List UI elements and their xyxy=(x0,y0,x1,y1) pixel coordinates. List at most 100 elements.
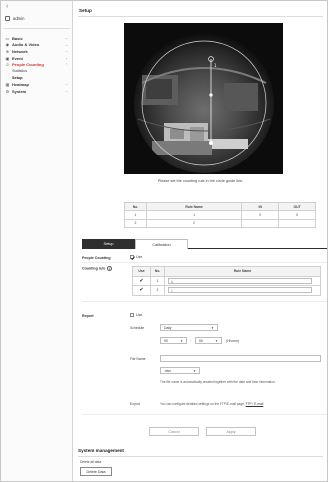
select-value: 00 xyxy=(199,339,203,343)
chevron-down-icon: ⌄ xyxy=(65,56,68,61)
gear-icon: ⚙ xyxy=(5,88,10,94)
row-divider xyxy=(82,301,327,302)
chevron-down-icon: ▼ xyxy=(211,326,214,330)
table-row[interactable]: 2 2 xyxy=(124,218,316,229)
sidebar-subitem-setup[interactable]: Setup xyxy=(1,75,72,82)
sidebar-item-system[interactable]: ⚙ System ⌄ xyxy=(1,88,72,95)
column-header: OUT xyxy=(278,201,316,212)
sidebar-item-event[interactable]: ▣ Event ⌄ xyxy=(1,55,72,62)
bell-icon: ▣ xyxy=(5,55,10,61)
back-icon[interactable]: ‹ xyxy=(6,3,8,10)
info-icon[interactable]: i xyxy=(107,266,113,271)
rule-name-input[interactable]: 1 xyxy=(168,277,312,284)
tab-setup[interactable]: Setup xyxy=(82,239,135,249)
sidebar-menu: ▭ Basic ⌄ ◉ Audio & Video ⌄ ⊕ Network ⌄ … xyxy=(1,35,72,94)
user-account[interactable]: admin xyxy=(5,16,24,21)
export-note-text: You can configure detailed settings on t… xyxy=(160,402,245,406)
table-cell: 2 xyxy=(124,218,147,229)
sidebar: ‹ admin ▭ Basic ⌄ ◉ Audio & Video ⌄ ⊕ Ne… xyxy=(1,1,73,481)
people-counting-label: People Counting xyxy=(82,256,111,260)
chevron-down-icon: ⌄ xyxy=(65,82,68,87)
chevron-down-icon: ⌄ xyxy=(65,36,68,41)
export-label: Export xyxy=(130,402,140,406)
report-use[interactable]: Use xyxy=(130,313,142,317)
row-divider xyxy=(82,262,327,263)
row-divider xyxy=(82,414,327,415)
chevron-down-icon: ▼ xyxy=(215,339,218,343)
table-cell: 1 xyxy=(145,210,243,220)
table-header-row: Use No. Rule Name xyxy=(132,266,321,277)
column-header: Rule Name xyxy=(164,266,321,277)
tab-bar: Setup Calibration xyxy=(82,239,327,249)
page-title: Setup xyxy=(79,8,92,13)
people-counting-use[interactable]: Use xyxy=(130,255,142,259)
rule-name-cell: 1 xyxy=(164,275,321,287)
guide-caption: Please set the counting rule in the circ… xyxy=(157,179,244,183)
select-value: 00 xyxy=(164,339,168,343)
table-header-row: No. Rule Name IN OUT xyxy=(124,201,316,212)
time-unit: (Hh:mm) xyxy=(226,339,240,343)
sidebar-item-label: Event xyxy=(12,55,23,61)
file-name-note: The file name is automatically created t… xyxy=(160,380,276,384)
counting-rule-label: Counting rule i xyxy=(82,266,113,271)
main-content: Setup 1 Please set the counting rule in … xyxy=(74,1,327,481)
table-cell: 1 xyxy=(150,275,165,287)
sidebar-item-label: Heatmap xyxy=(12,81,29,87)
column-header: Use xyxy=(132,266,151,277)
time-hour-select[interactable]: 00 ▼ xyxy=(160,337,187,344)
delete-data-label: Delete all data xyxy=(80,460,102,464)
checkbox-label: Use xyxy=(136,313,143,317)
sidebar-subitem-statistics[interactable]: Statistics xyxy=(1,68,72,75)
report-label: Report xyxy=(82,314,94,318)
check-icon[interactable]: ✔ xyxy=(139,278,143,284)
sidebar-item-label: People Counting xyxy=(12,62,44,68)
checkbox-label: Use xyxy=(136,255,143,259)
use-cell[interactable]: ✔ xyxy=(132,285,151,296)
table-row[interactable]: 1 1 0 0 xyxy=(124,210,316,220)
column-header: Rule Name xyxy=(145,201,243,212)
schedule-label: Schedule xyxy=(130,326,145,330)
table-cell: 0 xyxy=(278,210,316,220)
rule-name-input[interactable]: 2 xyxy=(168,287,312,294)
section-title: System management xyxy=(78,448,124,453)
table-cell xyxy=(241,218,280,229)
fisheye-video-frame: 1 xyxy=(134,33,274,173)
title-divider xyxy=(78,16,323,17)
time-minute-select[interactable]: 00 ▼ xyxy=(195,337,222,344)
rule-name-cell: 2 xyxy=(164,285,321,296)
select-value: Daily xyxy=(164,326,172,330)
export-note: You can configure detailed settings on t… xyxy=(160,402,263,406)
counting-rule-text: Counting rule xyxy=(82,266,106,271)
apply-button[interactable]: Apply xyxy=(206,427,256,436)
sidebar-item-basic[interactable]: ▭ Basic ⌄ xyxy=(1,35,72,42)
sidebar-item-audio-video[interactable]: ◉ Audio & Video ⌄ xyxy=(1,42,72,49)
section-divider xyxy=(78,456,323,457)
check-icon[interactable]: ✔ xyxy=(139,287,143,293)
user-icon xyxy=(5,16,10,21)
use-cell[interactable]: ✔ xyxy=(132,275,151,287)
table-cell: 2 xyxy=(150,285,165,296)
report-checkbox[interactable] xyxy=(130,313,134,317)
cancel-button[interactable]: Cancel xyxy=(149,427,199,436)
chevron-down-icon: ⌄ xyxy=(65,42,68,47)
file-name-input[interactable] xyxy=(160,355,321,362)
ftp-email-link[interactable]: FTP / E-mail xyxy=(246,402,264,406)
sidebar-item-people-counting[interactable]: ☺ People Counting ⌃ xyxy=(1,61,72,68)
table-cell: 0 xyxy=(241,210,280,220)
table-row: ✔ 2 2 xyxy=(132,285,321,296)
table-cell: 1 xyxy=(124,210,147,220)
sidebar-item-label: System xyxy=(12,88,27,94)
column-header: No. xyxy=(150,266,165,277)
column-header: No. xyxy=(124,201,147,212)
camera-preview[interactable]: 1 xyxy=(124,23,283,174)
tab-calibration[interactable]: Calibration xyxy=(135,239,188,249)
schedule-select[interactable]: Daily ▼ xyxy=(160,324,218,331)
sidebar-item-heatmap[interactable]: ▦ Heatmap ⌄ xyxy=(1,81,72,88)
table-cell xyxy=(278,218,316,229)
table-cell: 2 xyxy=(145,218,243,229)
globe-icon: ⊕ xyxy=(5,48,10,54)
delete-data-button[interactable]: Delete Data xyxy=(80,467,112,476)
file-extension-select[interactable]: .xlsx ▼ xyxy=(160,367,200,374)
people-counting-checkbox[interactable] xyxy=(130,255,134,259)
sidebar-item-network[interactable]: ⊕ Network ⌄ xyxy=(1,48,72,55)
